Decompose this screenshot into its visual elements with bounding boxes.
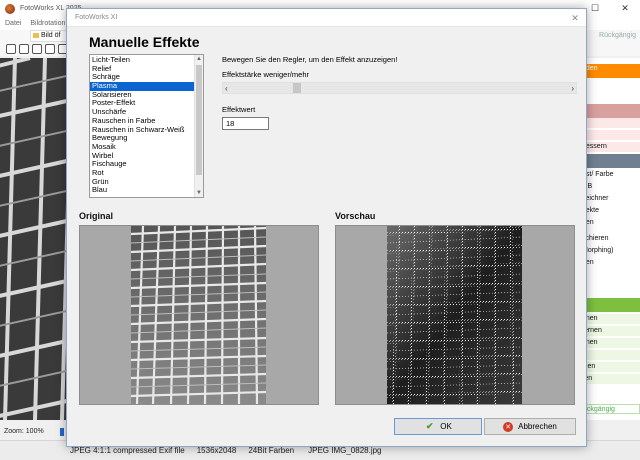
cancel-button[interactable]: ✕ Abbrechen [484,418,576,435]
right-panel-item[interactable]: bessern [578,142,640,152]
effect-list[interactable]: Licht-Teilen Relief Schräge Plasma Solarisie… [89,54,204,198]
effect-list-item[interactable]: Fischauge [90,160,195,169]
rotate-tool-icon[interactable] [45,44,55,54]
cancel-icon: ✕ [503,421,514,432]
grating-photo [0,58,76,420]
right-panel-item[interactable]: ückgängig [578,404,640,414]
right-panel-item[interactable]: ast/ Farbe [578,170,640,180]
scroll-thumb[interactable] [196,65,202,175]
undo-button[interactable]: Rückgängig [599,32,636,39]
instruction-text: Bewegen Sie den Regler, um den Effekt an… [222,55,398,64]
original-photo [131,226,266,404]
right-panel-item[interactable]: ren [578,374,640,384]
app-logo-icon [5,3,15,14]
right-panel-item[interactable]: gen [578,218,640,228]
effect-items: Licht-Teilen Relief Schräge Plasma Solarisie… [90,55,195,195]
background-image-canvas[interactable] [0,58,76,420]
scroll-down-icon[interactable]: ▼ [196,190,202,196]
status-dimensions: 1536x2048 [196,446,237,455]
ok-button-label: OK [440,422,452,431]
strength-slider[interactable]: ‹ › [222,82,577,94]
right-panel-item[interactable]: nien [578,362,640,372]
slider-thumb[interactable] [293,83,301,93]
status-filename: JPEG IMG_0828.jpg [308,446,382,455]
original-image-panel [79,225,319,405]
cancel-button-label: Abbrechen [518,422,557,431]
right-panel-item[interactable]: nnen [578,338,640,348]
dialog-window-title: FotoWorks XI [75,14,118,21]
right-panel-item[interactable]: fernen [578,326,640,336]
right-panel-item [578,104,640,118]
right-panel-item[interactable]: gen [578,258,640,268]
right-panel-item[interactable]: Morphing) [578,246,640,256]
pointer-tool-icon[interactable] [19,44,29,54]
manual-effects-dialog: FotoWorks XI ✕ Manuelle Effekte Licht-Te… [66,8,587,447]
dialog-heading: Manuelle Effekte [89,34,200,50]
right-panel-item[interactable]: n [578,130,640,140]
crop-tool-icon[interactable] [32,44,42,54]
effect-list-item[interactable]: Blau [90,186,195,195]
right-panel-item[interactable]: n [578,286,640,296]
right-panel-item[interactable]: n [578,118,640,128]
scroll-up-icon[interactable]: ▲ [196,56,202,62]
right-panel-item[interactable]: onen [578,314,640,324]
right-panel-item[interactable]: GB [578,182,640,192]
right-panel-item: nden [578,64,640,78]
right-panel-item[interactable]: e [578,274,640,284]
right-panel-item[interactable]: n [578,350,640,360]
close-icon[interactable]: ✕ [564,9,586,27]
select-tool-icon[interactable] [6,44,16,54]
preview-heading: Vorschau [335,211,376,221]
right-panel-item [578,154,640,168]
right-panel-item [578,298,640,312]
dialog-titlebar: FotoWorks XI ✕ [67,9,586,27]
slider-right-arrow-icon[interactable]: › [571,83,574,94]
slider-left-arrow-icon[interactable]: ‹ [225,83,228,94]
zoom-label: Zoom: 100% [4,428,44,435]
right-panel-item[interactable]: schieren [578,234,640,244]
effect-value-label: Effektwert [222,105,256,114]
menu-item-datei[interactable]: Datei [5,20,21,27]
status-color-depth: 24Bit Farben [248,446,295,455]
strength-label: Effektstärke weniger/mehr [222,70,309,79]
effect-list-scrollbar[interactable]: ▲ ▼ [194,55,203,197]
ok-button[interactable]: ✔ OK [394,418,482,435]
menu-item-bildrotation[interactable]: Bildrotation [30,20,65,27]
checkmark-icon: ✔ [425,421,434,431]
window-close-icon[interactable]: ✕ [610,0,640,17]
original-heading: Original [79,211,114,221]
image-open-tab[interactable]: Bild öf [30,30,70,42]
right-panel-item[interactable]: zeichner [578,194,640,204]
preview-photo [387,226,522,404]
right-panel-item[interactable]: ffekte [578,206,640,216]
effect-value-input[interactable]: 18 [222,117,269,130]
status-format: JPEG 4:1:1 compressed Exif file [70,446,185,455]
right-function-panel: ndennnbessernast/ FarbeGBzeichnerffekteg… [578,58,640,420]
zoom-bar: Zoom: 100% [0,424,76,440]
preview-image-panel [335,225,575,405]
zoom-slider-thumb[interactable] [60,428,64,436]
